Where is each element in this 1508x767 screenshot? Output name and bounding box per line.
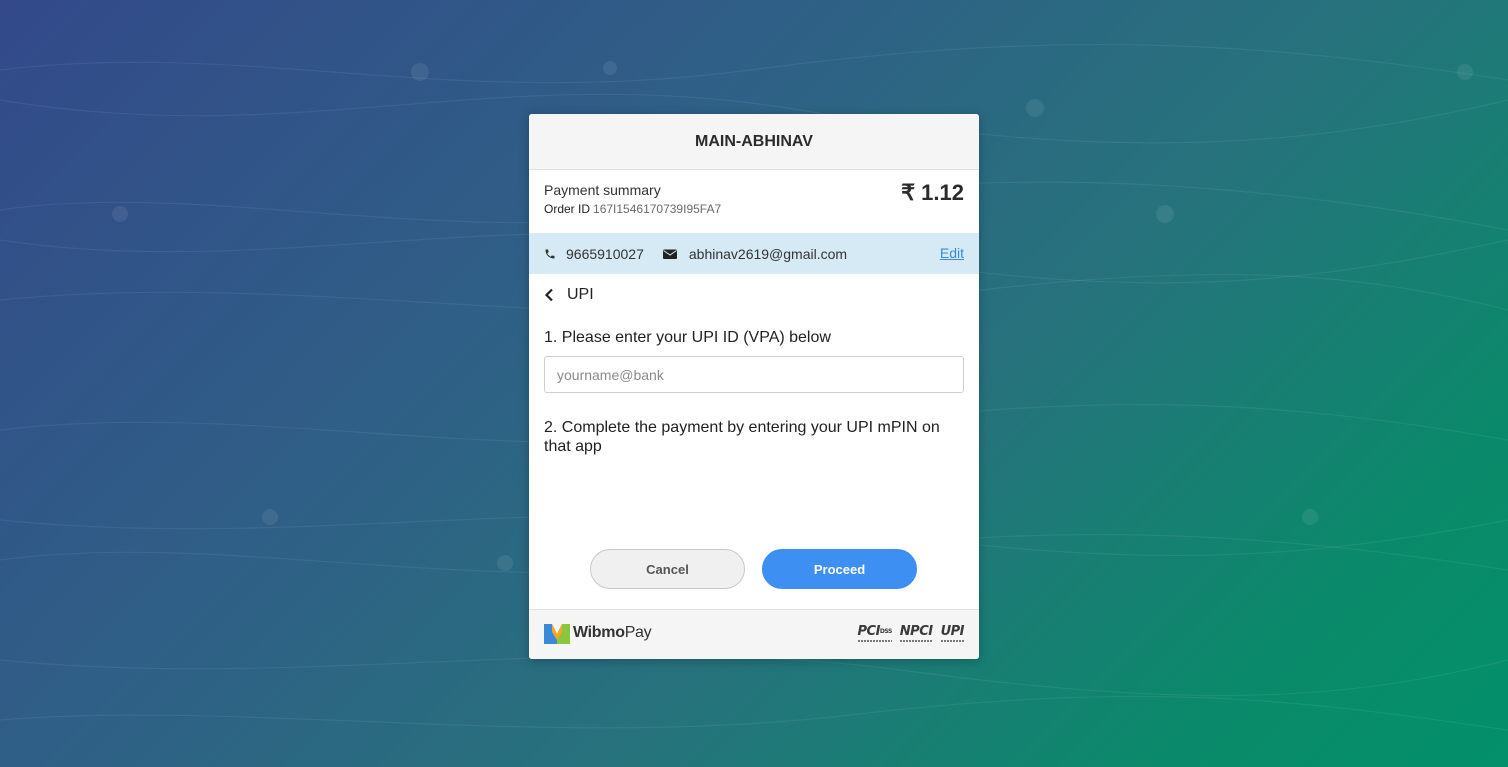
contact-bar: 9665910027 abhinav2619@gmail.com Edit: [529, 233, 979, 274]
wibmo-logo-mark: [544, 624, 570, 644]
merchant-name: MAIN-ABHINAV: [529, 114, 979, 170]
upi-id-input[interactable]: [544, 356, 964, 393]
step-2-instruction: 2. Complete the payment by entering your…: [544, 419, 940, 455]
chevron-left-icon[interactable]: [544, 288, 554, 302]
payment-method-label: UPI: [567, 286, 594, 303]
order-line: Order ID 167I1546170739I95FA7: [544, 202, 721, 216]
phone-number: 9665910027: [566, 245, 644, 262]
summary-title: Payment summary: [544, 182, 661, 198]
phone-icon: [544, 248, 556, 260]
edit-contact-link[interactable]: Edit: [940, 245, 964, 261]
amount: ₹ 1.12: [901, 180, 964, 205]
upi-badge: UPI: [940, 625, 965, 642]
npci-badge: NPCI: [899, 625, 933, 642]
proceed-button[interactable]: Proceed: [762, 549, 917, 589]
payment-summary: Payment summary Order ID 167I1546170739I9…: [529, 170, 979, 233]
payment-card: MAIN-ABHINAV Payment summary Order ID 167…: [529, 114, 979, 659]
order-id-value: 167I1546170739I95FA7: [593, 202, 722, 216]
step-1-instruction: 1. Please enter your UPI ID (VPA) below: [544, 329, 831, 346]
envelope-icon: [662, 248, 677, 260]
brand-name: WibmoPay: [573, 624, 652, 642]
footer: WibmoPay PCIDSS NPCI UPI: [529, 609, 979, 659]
pci-dss-badge: PCIDSS: [857, 625, 892, 642]
order-id-label: Order ID: [544, 202, 591, 216]
wibmo-pay-logo: WibmoPay: [544, 622, 652, 644]
brand-name-bold: Wibmo: [573, 624, 625, 641]
brand-name-light: Pay: [624, 624, 652, 641]
email-address: abhinav2619@gmail.com: [688, 245, 848, 262]
certification-badges: PCIDSS NPCI UPI: [857, 625, 965, 642]
cancel-button[interactable]: Cancel: [590, 549, 745, 589]
payment-method-header: UPI: [529, 274, 979, 316]
